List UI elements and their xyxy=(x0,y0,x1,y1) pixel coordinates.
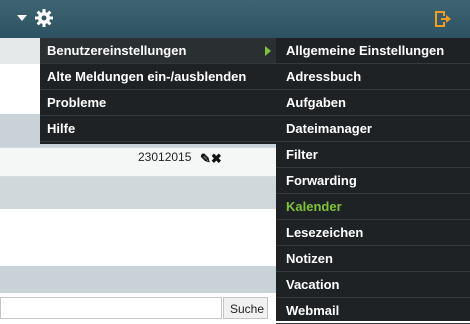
submenu-item-kalender[interactable]: Kalender xyxy=(276,194,470,220)
submenu-item-webmail[interactable]: Webmail xyxy=(276,298,470,324)
menu-item-label: Benutzereinstellungen xyxy=(47,43,187,58)
caret-down-icon[interactable] xyxy=(17,15,27,21)
menu-item-label: Probleme xyxy=(47,95,107,110)
edit-delete-icon[interactable]: ✎✖ xyxy=(200,151,222,167)
submenu-item-lesezeichen[interactable]: Lesezeichen xyxy=(276,220,470,246)
date-value: 23012015 xyxy=(138,150,192,164)
submenu-item-adressbuch[interactable]: Adressbuch xyxy=(276,64,470,90)
gear-icon[interactable] xyxy=(34,8,54,28)
menu-item-label: Hilfe xyxy=(47,121,76,136)
submenu-item-dateimanager[interactable]: Dateimanager xyxy=(276,116,470,142)
search-input[interactable] xyxy=(0,297,222,319)
settings-menu: Benutzereinstellungen Alte Meldungen ein… xyxy=(40,38,276,144)
logout-icon[interactable] xyxy=(432,9,452,29)
settings-submenu: Allgemeine Einstellungen Adressbuch Aufg… xyxy=(276,38,470,324)
top-bar xyxy=(0,0,470,38)
submenu-item-forwarding[interactable]: Forwarding xyxy=(276,168,470,194)
submenu-item-filter[interactable]: Filter xyxy=(276,142,470,168)
menu-item-label: Alte Meldungen ein-/ausblenden xyxy=(47,69,247,84)
submenu-item-allgemeine-einstellungen[interactable]: Allgemeine Einstellungen xyxy=(276,38,470,64)
submenu-item-notizen[interactable]: Notizen xyxy=(276,246,470,272)
menu-item-hilfe[interactable]: Hilfe xyxy=(40,116,276,142)
search-button[interactable]: Suche xyxy=(223,297,268,319)
submenu-item-aufgaben[interactable]: Aufgaben xyxy=(276,90,470,116)
submenu-arrow-icon xyxy=(265,46,271,56)
submenu-item-vacation[interactable]: Vacation xyxy=(276,272,470,298)
menu-item-alte-meldungen[interactable]: Alte Meldungen ein-/ausblenden xyxy=(40,64,276,90)
menu-item-probleme[interactable]: Probleme xyxy=(40,90,276,116)
menu-item-benutzereinstellungen[interactable]: Benutzereinstellungen xyxy=(40,38,276,64)
